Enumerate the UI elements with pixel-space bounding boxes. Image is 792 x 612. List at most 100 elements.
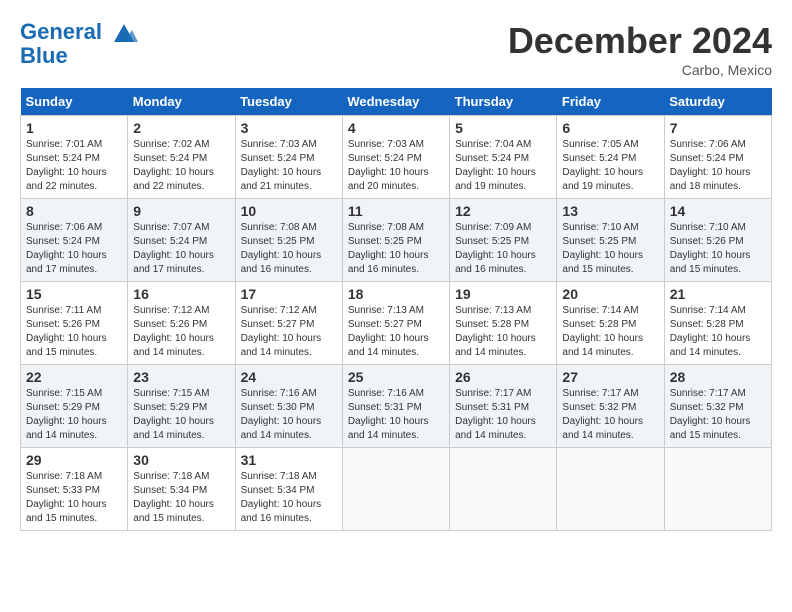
day-info: Sunrise: 7:13 AMSunset: 5:28 PMDaylight:… [455,304,551,360]
logo: General Blue [20,20,140,68]
day-info: Sunrise: 7:18 AMSunset: 5:33 PMDaylight:… [26,470,122,526]
calendar-cell: 30 Sunrise: 7:18 AMSunset: 5:34 PMDayligh… [128,448,235,531]
day-info: Sunrise: 7:08 AMSunset: 5:25 PMDaylight:… [241,221,337,277]
calendar-cell: 7 Sunrise: 7:06 AMSunset: 5:24 PMDaylight… [664,116,771,199]
day-number: 29 [26,452,122,468]
col-header-tuesday: Tuesday [235,88,342,116]
calendar-cell: 28 Sunrise: 7:17 AMSunset: 5:32 PMDayligh… [664,365,771,448]
day-info: Sunrise: 7:05 AMSunset: 5:24 PMDaylight:… [562,138,658,194]
day-info: Sunrise: 7:07 AMSunset: 5:24 PMDaylight:… [133,221,229,277]
calendar-cell: 27 Sunrise: 7:17 AMSunset: 5:32 PMDayligh… [557,365,664,448]
calendar-cell: 20 Sunrise: 7:14 AMSunset: 5:28 PMDayligh… [557,282,664,365]
calendar-cell: 16 Sunrise: 7:12 AMSunset: 5:26 PMDayligh… [128,282,235,365]
calendar-cell: 17 Sunrise: 7:12 AMSunset: 5:27 PMDayligh… [235,282,342,365]
day-info: Sunrise: 7:18 AMSunset: 5:34 PMDaylight:… [133,470,229,526]
day-number: 5 [455,120,551,136]
calendar-cell: 21Sunrise: 7:14 AMSunset: 5:28 PMDayligh… [664,282,771,365]
calendar-row: 8 Sunrise: 7:06 AMSunset: 5:24 PMDaylight… [21,199,772,282]
col-header-sunday: Sunday [21,88,128,116]
day-info: Sunrise: 7:09 AMSunset: 5:25 PMDaylight:… [455,221,551,277]
day-number: 18 [348,286,444,302]
day-info: Sunrise: 7:12 AMSunset: 5:27 PMDaylight:… [241,304,337,360]
logo-blue: Blue [20,44,140,68]
calendar-cell: 15Sunrise: 7:11 AMSunset: 5:26 PMDayligh… [21,282,128,365]
day-info: Sunrise: 7:14 AMSunset: 5:28 PMDaylight:… [562,304,658,360]
day-number: 7 [670,120,766,136]
col-header-monday: Monday [128,88,235,116]
day-number: 3 [241,120,337,136]
day-info: Sunrise: 7:12 AMSunset: 5:26 PMDaylight:… [133,304,229,360]
calendar-cell: 29 Sunrise: 7:18 AMSunset: 5:33 PMDayligh… [21,448,128,531]
day-number: 9 [133,203,229,219]
calendar-cell: 12 Sunrise: 7:09 AMSunset: 5:25 PMDayligh… [450,199,557,282]
location: Carbo, Mexico [508,62,772,78]
calendar-cell: 11Sunrise: 7:08 AMSunset: 5:25 PMDayligh… [342,199,449,282]
calendar-row: 15Sunrise: 7:11 AMSunset: 5:26 PMDayligh… [21,282,772,365]
day-number: 13 [562,203,658,219]
day-number: 24 [241,369,337,385]
day-number: 23 [133,369,229,385]
calendar-row: 1Sunrise: 7:01 AMSunset: 5:24 PMDaylight… [21,116,772,199]
day-info: Sunrise: 7:01 AMSunset: 5:24 PMDaylight:… [26,138,122,194]
calendar-cell: 31 Sunrise: 7:18 AMSunset: 5:34 PMDayligh… [235,448,342,531]
calendar-table: SundayMondayTuesdayWednesdayThursdayFrid… [20,88,772,531]
day-number: 20 [562,286,658,302]
col-header-saturday: Saturday [664,88,771,116]
day-number: 16 [133,286,229,302]
day-number: 11 [348,203,444,219]
calendar-cell: 6 Sunrise: 7:05 AMSunset: 5:24 PMDaylight… [557,116,664,199]
day-number: 27 [562,369,658,385]
day-number: 22 [26,369,122,385]
col-header-wednesday: Wednesday [342,88,449,116]
day-info: Sunrise: 7:16 AMSunset: 5:30 PMDaylight:… [241,387,337,443]
day-number: 8 [26,203,122,219]
day-number: 31 [241,452,337,468]
logo-general: General [20,19,102,44]
col-header-friday: Friday [557,88,664,116]
day-number: 6 [562,120,658,136]
calendar-cell: 1Sunrise: 7:01 AMSunset: 5:24 PMDaylight… [21,116,128,199]
day-number: 30 [133,452,229,468]
calendar-cell: 23 Sunrise: 7:15 AMSunset: 5:29 PMDayligh… [128,365,235,448]
day-number: 17 [241,286,337,302]
calendar-cell: 26Sunrise: 7:17 AMSunset: 5:31 PMDayligh… [450,365,557,448]
day-number: 10 [241,203,337,219]
day-number: 4 [348,120,444,136]
calendar-cell: 24 Sunrise: 7:16 AMSunset: 5:30 PMDayligh… [235,365,342,448]
calendar-row: 29 Sunrise: 7:18 AMSunset: 5:33 PMDayligh… [21,448,772,531]
header-row: SundayMondayTuesdayWednesdayThursdayFrid… [21,88,772,116]
day-info: Sunrise: 7:02 AMSunset: 5:24 PMDaylight:… [133,138,229,194]
day-number: 25 [348,369,444,385]
day-number: 12 [455,203,551,219]
calendar-cell: 8 Sunrise: 7:06 AMSunset: 5:24 PMDaylight… [21,199,128,282]
calendar-cell: 5 Sunrise: 7:04 AMSunset: 5:24 PMDaylight… [450,116,557,199]
day-info: Sunrise: 7:10 AMSunset: 5:26 PMDaylight:… [670,221,766,277]
day-info: Sunrise: 7:14 AMSunset: 5:28 PMDaylight:… [670,304,766,360]
day-info: Sunrise: 7:16 AMSunset: 5:31 PMDaylight:… [348,387,444,443]
calendar-cell: 9 Sunrise: 7:07 AMSunset: 5:24 PMDaylight… [128,199,235,282]
calendar-cell: 3Sunrise: 7:03 AMSunset: 5:24 PMDaylight… [235,116,342,199]
title-block: December 2024 Carbo, Mexico [508,20,772,78]
day-info: Sunrise: 7:17 AMSunset: 5:32 PMDaylight:… [670,387,766,443]
day-number: 28 [670,369,766,385]
day-info: Sunrise: 7:17 AMSunset: 5:32 PMDaylight:… [562,387,658,443]
day-info: Sunrise: 7:11 AMSunset: 5:26 PMDaylight:… [26,304,122,360]
calendar-cell: 18Sunrise: 7:13 AMSunset: 5:27 PMDayligh… [342,282,449,365]
calendar-cell: 14Sunrise: 7:10 AMSunset: 5:26 PMDayligh… [664,199,771,282]
day-info: Sunrise: 7:03 AMSunset: 5:24 PMDaylight:… [348,138,444,194]
calendar-row: 22 Sunrise: 7:15 AMSunset: 5:29 PMDayligh… [21,365,772,448]
day-number: 26 [455,369,551,385]
day-info: Sunrise: 7:06 AMSunset: 5:24 PMDaylight:… [26,221,122,277]
day-info: Sunrise: 7:06 AMSunset: 5:24 PMDaylight:… [670,138,766,194]
day-info: Sunrise: 7:10 AMSunset: 5:25 PMDaylight:… [562,221,658,277]
day-number: 19 [455,286,551,302]
day-info: Sunrise: 7:04 AMSunset: 5:24 PMDaylight:… [455,138,551,194]
calendar-cell [342,448,449,531]
calendar-cell: 19 Sunrise: 7:13 AMSunset: 5:28 PMDayligh… [450,282,557,365]
calendar-cell [450,448,557,531]
day-info: Sunrise: 7:18 AMSunset: 5:34 PMDaylight:… [241,470,337,526]
day-info: Sunrise: 7:15 AMSunset: 5:29 PMDaylight:… [133,387,229,443]
calendar-cell: 2Sunrise: 7:02 AMSunset: 5:24 PMDaylight… [128,116,235,199]
calendar-cell: 13 Sunrise: 7:10 AMSunset: 5:25 PMDayligh… [557,199,664,282]
calendar-cell: 25 Sunrise: 7:16 AMSunset: 5:31 PMDayligh… [342,365,449,448]
